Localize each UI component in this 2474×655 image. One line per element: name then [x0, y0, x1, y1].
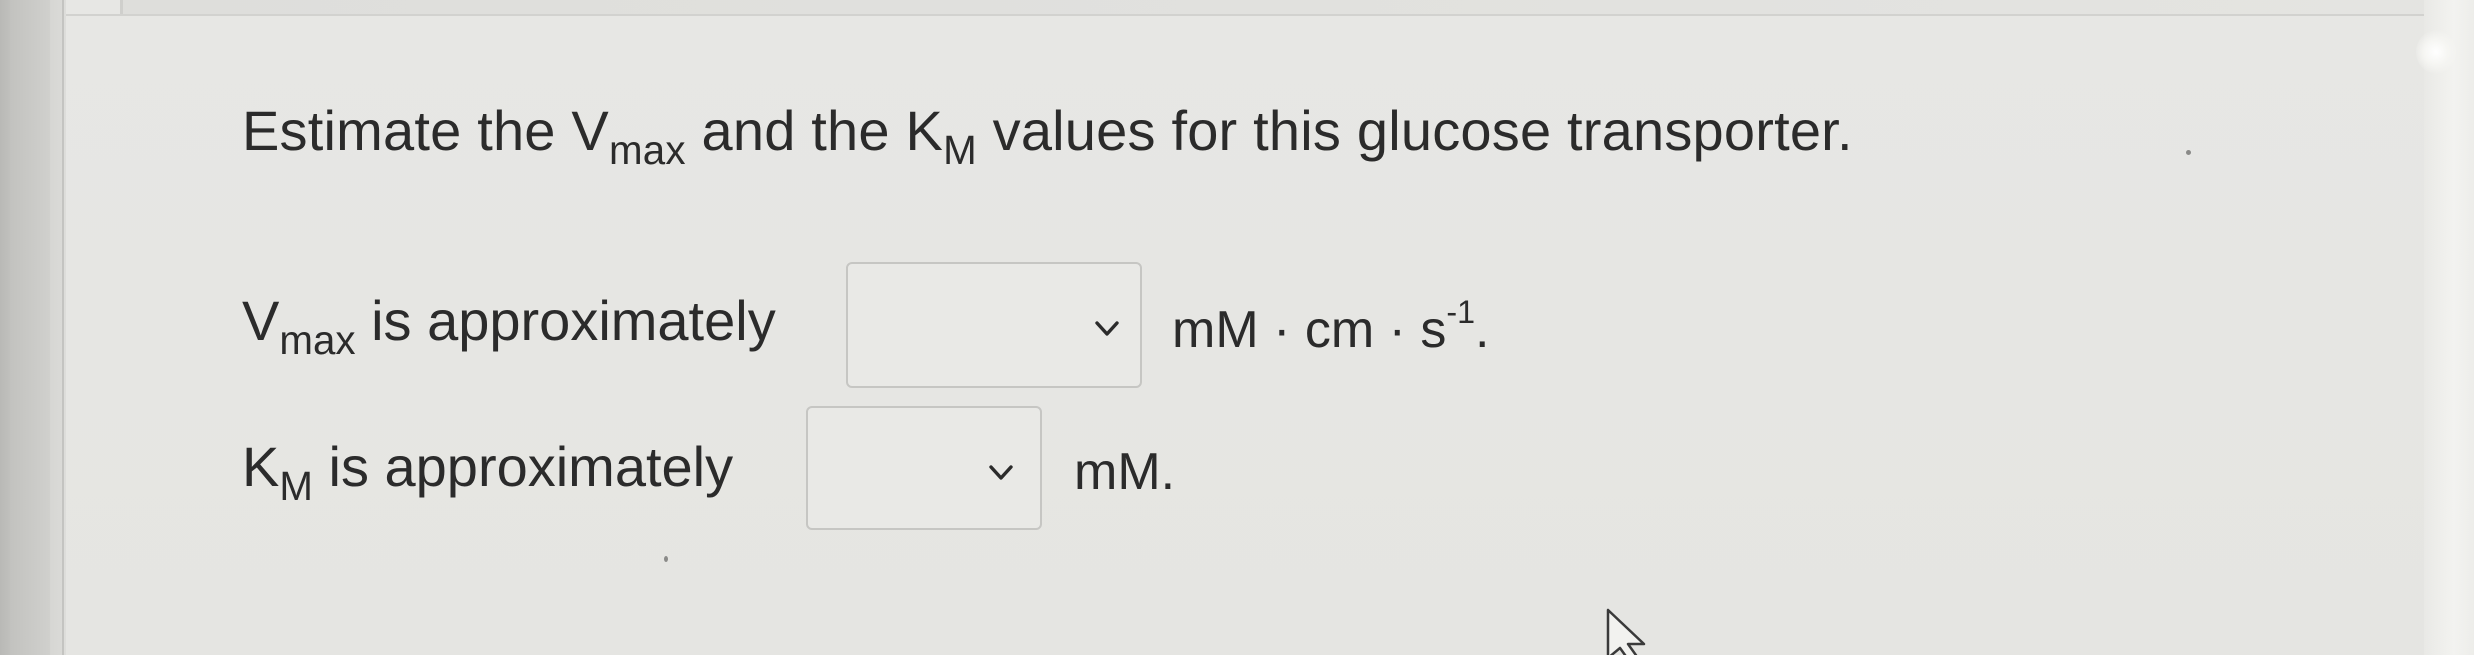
km-row-text: is approximately	[312, 435, 734, 498]
km-row-subscript: M	[279, 463, 313, 510]
left-frame-bar	[10, 0, 50, 655]
question-prefix: Estimate the	[242, 99, 572, 162]
vmax-symbol: V	[571, 99, 609, 162]
vmax-unit-exponent: -1	[1446, 293, 1476, 330]
vmax-dropdown[interactable]	[846, 262, 1142, 388]
km-row-symbol: K	[242, 435, 280, 498]
panel-top-edge	[120, 0, 2429, 14]
chevron-down-icon	[1095, 321, 1119, 336]
km-dropdown[interactable]	[806, 406, 1042, 530]
screen-speck	[2186, 150, 2191, 155]
panel-divider	[66, 14, 2426, 16]
vmax-unit-end: .	[1475, 301, 1490, 359]
right-window-frame	[2424, 0, 2474, 655]
chevron-down-icon	[989, 465, 1013, 480]
left-window-frame	[0, 0, 64, 655]
screen: Estimate the Vmax and the KM values for …	[0, 0, 2474, 655]
vmax-row-subscript: max	[279, 317, 356, 364]
screen-speck	[664, 556, 668, 562]
mouse-pointer-icon	[1606, 608, 1646, 655]
question-suffix: values for this glucose transporter.	[976, 99, 1853, 162]
vmax-row-text: is approximately	[355, 289, 776, 352]
question-middle: and the	[685, 99, 906, 162]
screen-glare	[2416, 30, 2456, 74]
vmax-row-symbol: V	[242, 289, 280, 352]
vmax-subscript: max	[608, 127, 686, 174]
vmax-unit-main: mM · cm · s	[1172, 301, 1447, 359]
vmax-label: Vmax is approximately	[242, 288, 776, 360]
vmax-unit: mM · cm · s-1.	[1172, 296, 1490, 360]
km-label: KM is approximately	[242, 434, 734, 506]
km-symbol: K	[905, 99, 944, 162]
question-text: Estimate the Vmax and the KM values for …	[242, 98, 1853, 170]
km-unit: mM.	[1074, 443, 1176, 501]
km-subscript: M	[943, 127, 977, 174]
